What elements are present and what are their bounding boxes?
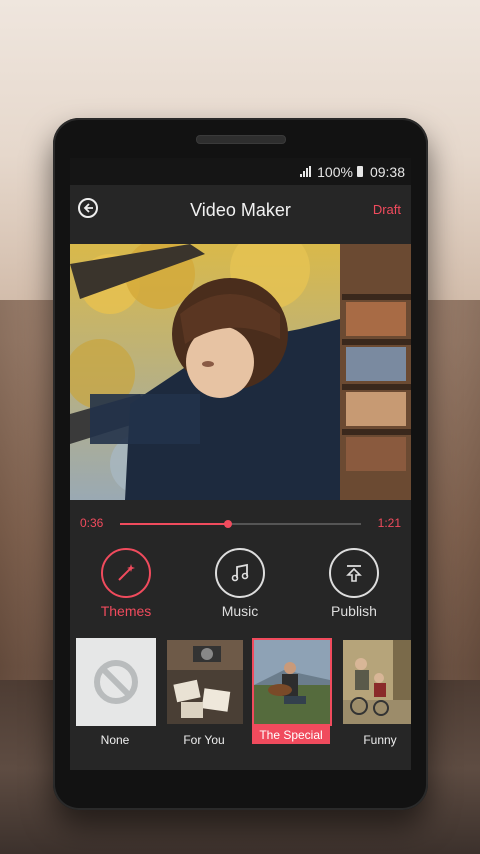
current-time: 0:36 (80, 516, 104, 530)
music-label: Music (221, 603, 259, 619)
themes-icon-circle (101, 548, 151, 598)
clock: 09:38 (369, 163, 405, 180)
the-special-thumbnail-image (254, 640, 330, 724)
music-button[interactable]: Music (195, 548, 285, 619)
no-entry-icon (94, 660, 138, 704)
themes-button[interactable]: Themes (81, 548, 171, 619)
funny-thumbnail-image (343, 640, 411, 724)
back-button[interactable] (78, 198, 98, 218)
upload-icon (346, 565, 362, 582)
publish-icon-circle (329, 548, 379, 598)
app-bar: Video Maker Draft (70, 185, 411, 235)
publish-label: Publish (331, 603, 377, 619)
publish-button[interactable]: Publish (309, 548, 399, 619)
magic-wand-icon (118, 564, 135, 581)
phone-speaker (196, 135, 286, 144)
themes-label: Themes (100, 603, 152, 619)
theme-thumbnail (165, 638, 245, 726)
theme-item-none[interactable]: None (76, 638, 156, 749)
app-screen: 100% 09:38 Video Maker Draft 0:36 1:21 T… (70, 158, 411, 770)
video-preview[interactable] (70, 244, 411, 500)
theme-label: The Special (252, 726, 330, 744)
theme-list: None For You The Special Funny (76, 638, 411, 748)
theme-item-the-special[interactable]: The Special (252, 638, 332, 744)
seek-bar-fill (120, 523, 229, 525)
battery-percent: 100% (317, 163, 353, 180)
status-bar: 100% 09:38 (70, 158, 411, 185)
music-icon-circle (215, 548, 265, 598)
seek-bar-thumb[interactable] (224, 520, 233, 528)
theme-item-funny[interactable]: Funny (341, 638, 411, 749)
video-preview-image (70, 244, 411, 500)
signal-icon (300, 166, 312, 177)
for-you-thumbnail-image (167, 640, 243, 724)
action-bar: Themes Music Publish (70, 548, 411, 619)
theme-label: None (100, 733, 130, 747)
back-arrow-icon (83, 203, 93, 213)
total-time: 1:21 (377, 516, 401, 530)
theme-thumbnail (76, 638, 156, 726)
theme-thumbnail (252, 638, 332, 726)
music-note-icon (231, 563, 249, 582)
phone-frame: 100% 09:38 Video Maker Draft 0:36 1:21 T… (53, 118, 428, 810)
theme-item-for-you[interactable]: For You (165, 638, 243, 749)
theme-label: Funny (363, 733, 397, 747)
background-blur-left (0, 300, 60, 680)
theme-thumbnail (341, 638, 411, 726)
draft-button[interactable]: Draft (373, 202, 401, 217)
background-blur-right (420, 300, 480, 680)
theme-label: For You (183, 733, 225, 747)
page-title: Video Maker (190, 199, 291, 220)
playback-progress: 0:36 1:21 (70, 513, 411, 533)
seek-bar[interactable] (120, 520, 361, 528)
battery-icon (356, 166, 363, 177)
